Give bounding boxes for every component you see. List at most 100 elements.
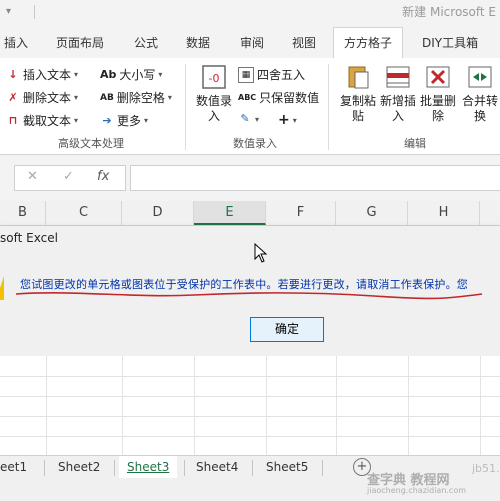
arrow-right-icon: ➔ — [102, 113, 112, 127]
dropdown-arrow-icon: ▾ — [158, 70, 163, 79]
tab-view[interactable]: 视图 — [292, 28, 316, 58]
round-icon: ▦ — [238, 66, 254, 83]
ribbon: ↓ 插入文本 ▾ ✗ 删除文本 ▾ ⊓ 截取文本 ▾ Ab 大小写 ▾ AB 删… — [0, 58, 500, 155]
more-label: 更多 — [117, 114, 142, 128]
case-label: 大小写 — [119, 68, 156, 82]
sheet-tab-bar: eet1 Sheet2 Sheet3 Sheet4 Sheet5 + jb51.… — [0, 455, 500, 501]
plus-button[interactable]: + ▾ — [278, 112, 297, 128]
group-label-advanced-text: 高级文本处理 — [58, 137, 124, 150]
batch-delete-label: 批量删除 — [419, 94, 456, 123]
confirm-icon[interactable]: ✓ — [63, 169, 74, 184]
qat-dropdown-icon[interactable]: ▾ — [6, 6, 11, 17]
formula-bar: ✕ ✓ fx — [0, 155, 500, 201]
tab-insert[interactable]: 插入 — [4, 28, 28, 58]
column-gridline — [266, 356, 267, 456]
column-header[interactable]: G — [336, 201, 408, 225]
column-headers: B C D E F G H — [0, 201, 500, 226]
dropdown-arrow-icon: ▾ — [255, 114, 260, 124]
dropdown-arrow-icon: ▾ — [167, 93, 172, 102]
cell-grid[interactable] — [0, 356, 500, 456]
mouse-cursor-icon — [254, 243, 268, 263]
column-header[interactable]: B — [0, 201, 46, 225]
tab-diy-toolbox[interactable]: DIY工具箱 — [422, 28, 478, 58]
sheet-separator — [322, 460, 323, 476]
copy-paste-button[interactable]: 复制粘贴 — [336, 62, 380, 124]
dropdown-arrow-icon: ▾ — [74, 116, 79, 125]
red-underline-annotation — [15, 292, 483, 300]
column-header[interactable]: C — [46, 201, 122, 225]
insert-text-button[interactable]: ↓ 插入文本 ▾ — [6, 66, 78, 83]
sheet-separator — [252, 460, 253, 476]
sheet-tab[interactable]: Sheet5 — [266, 456, 308, 478]
formula-input[interactable] — [130, 165, 500, 191]
edit-cell-button[interactable]: ✎ ▾ — [238, 112, 259, 126]
tab-fangfang-grid[interactable]: 方方格子 — [333, 27, 404, 59]
dropdown-arrow-icon: ▾ — [292, 115, 297, 125]
sheet-separator — [44, 460, 45, 476]
svg-text:-0: -0 — [209, 72, 220, 85]
merge-convert-label: 合并转换 — [461, 94, 498, 123]
dropdown-arrow-icon: ▾ — [74, 93, 79, 102]
row-gridline — [0, 416, 500, 417]
plus-icon: + — [278, 112, 290, 128]
delete-space-button[interactable]: AB 删除空格 ▾ — [100, 89, 172, 106]
extract-text-icon: ⊓ — [8, 113, 18, 127]
sheet-tab[interactable]: Sheet2 — [58, 456, 100, 478]
delete-text-label: 删除文本 — [23, 91, 72, 105]
delete-space-icon: AB — [100, 92, 114, 103]
sheet-separator — [184, 460, 185, 476]
row-gridline — [0, 396, 500, 397]
sheet-tab-active[interactable]: Sheet3 — [119, 456, 178, 478]
delete-space-label: 删除空格 — [116, 91, 165, 105]
title-bar: ▾ 新建 Microsoft E — [0, 0, 500, 28]
merge-convert-icon — [468, 66, 492, 88]
extract-text-button[interactable]: ⊓ 截取文本 ▾ — [6, 112, 78, 129]
column-header[interactable]: H — [408, 201, 480, 225]
delete-text-icon: ✗ — [8, 90, 18, 104]
delete-text-button[interactable]: ✗ 删除文本 ▾ — [6, 89, 78, 106]
column-header[interactable]: D — [122, 201, 194, 225]
tab-page-layout[interactable]: 页面布局 — [56, 28, 104, 58]
tab-formulas[interactable]: 公式 — [134, 28, 158, 58]
sheet-separator — [114, 460, 115, 476]
watermark-url: jiaocheng.chazidian.com — [367, 486, 467, 495]
extract-text-label: 截取文本 — [23, 114, 72, 128]
sheet-tab[interactable]: eet1 — [0, 456, 27, 478]
insert-text-label: 插入文本 — [23, 68, 72, 82]
group-separator — [185, 64, 186, 150]
qat-separator — [34, 5, 35, 19]
tab-review[interactable]: 审阅 — [240, 28, 264, 58]
case-button[interactable]: Ab 大小写 ▾ — [100, 66, 162, 83]
column-gridline — [194, 356, 195, 456]
insert-text-icon: ↓ — [8, 67, 18, 81]
copy-paste-label: 复制粘贴 — [339, 94, 376, 123]
tab-data[interactable]: 数据 — [186, 28, 210, 58]
group-label-edit: 编辑 — [404, 137, 426, 150]
column-gridline — [336, 356, 337, 456]
more-button[interactable]: ➔ 更多 ▾ — [100, 112, 148, 129]
keep-value-icon: ABC — [238, 93, 257, 102]
row-gridline — [0, 436, 500, 437]
insert-rows-icon — [386, 66, 410, 88]
case-icon: Ab — [100, 68, 117, 81]
cancel-icon[interactable]: ✕ — [27, 169, 38, 184]
group-separator — [328, 64, 329, 150]
keep-value-label: 只保留数值 — [259, 91, 320, 105]
new-insert-button[interactable]: 新增插入 — [376, 62, 420, 124]
number-entry-label: 数值录入 — [195, 94, 232, 123]
ok-button[interactable]: 确定 — [250, 317, 324, 342]
round-button[interactable]: ▦ 四舍五入 — [238, 66, 305, 83]
warning-icon — [0, 276, 4, 300]
batch-delete-button[interactable]: 批量删除 — [416, 62, 460, 124]
column-header[interactable]: F — [266, 201, 336, 225]
row-gridline — [0, 376, 500, 377]
round-label: 四舍五入 — [257, 68, 306, 82]
sheet-tab[interactable]: Sheet4 — [196, 456, 238, 478]
protected-sheet-dialog: soft Excel 您试图更改的单元格或图表位于受保护的工作表中。若要进行更改… — [0, 226, 500, 357]
new-insert-label: 新增插入 — [379, 94, 416, 123]
keep-value-button[interactable]: ABC 只保留数值 — [238, 89, 319, 106]
number-entry-button[interactable]: -0 数值录入 — [192, 62, 236, 124]
fx-icon[interactable]: fx — [97, 169, 109, 184]
column-header-selected[interactable]: E — [194, 201, 266, 225]
merge-convert-button[interactable]: 合并转换 — [458, 62, 500, 124]
